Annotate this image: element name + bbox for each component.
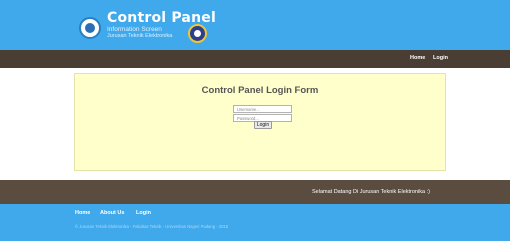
copyright-text: © Jurusan Teknik Elektronika - Fakultas … [75,224,229,229]
top-navigation: Home Login [0,50,510,68]
nav-login-link[interactable]: Login [433,55,448,61]
form-title: Control Panel Login Form [201,85,319,96]
nav-home-link[interactable]: Home [410,55,425,61]
footer-about-link[interactable]: About Us [100,210,124,216]
ministry-emblem-icon [79,17,101,39]
university-seal-icon [188,24,207,43]
site-header: Control Panel Information Screen Jurusan… [0,0,510,50]
welcome-banner: Selamat Datang Di Jurusan Teknik Elektro… [0,180,510,204]
login-form: Control Panel Login Form Login [74,73,446,171]
login-button[interactable]: Login [254,121,272,129]
footer-home-link[interactable]: Home [75,210,90,216]
main-content: Control Panel Login Form Login [0,68,510,180]
welcome-text: Selamat Datang Di Jurusan Teknik Elektro… [312,189,430,195]
username-input[interactable] [233,105,292,113]
footer-login-link[interactable]: Login [136,210,151,216]
site-footer: Home About Us Login © Jurusan Teknik Ele… [0,204,510,241]
